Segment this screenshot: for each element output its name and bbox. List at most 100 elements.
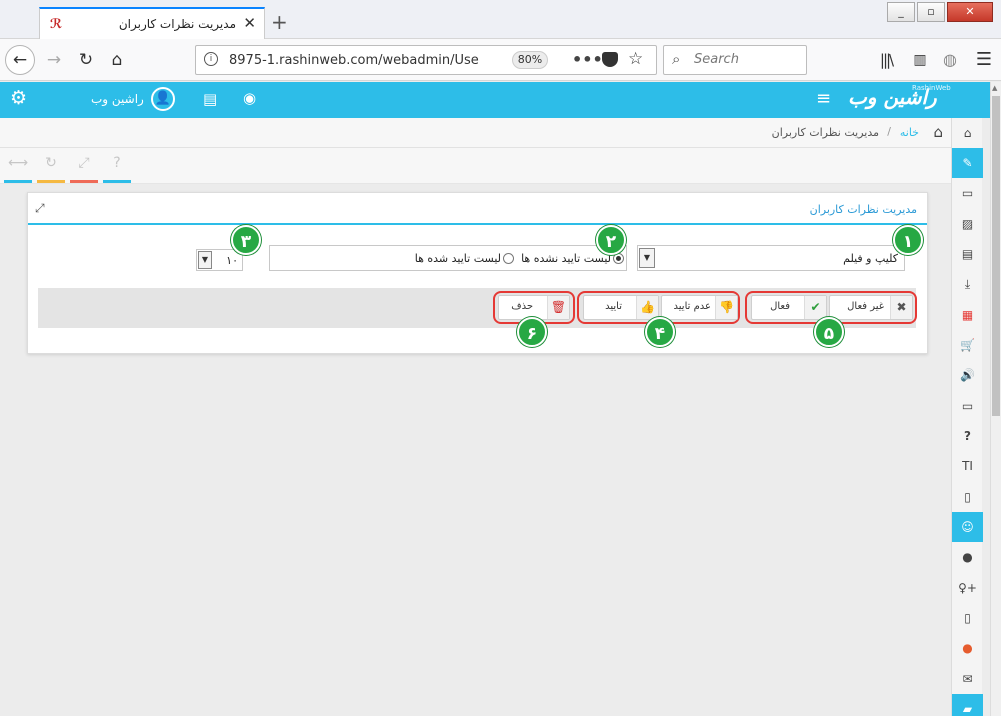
globe-site-icon[interactable]: ◉ [243,89,256,107]
category-select[interactable]: کلیپ و فیلم ▼ [637,245,905,271]
page-size-select[interactable]: ۱۰ ▼ [196,249,243,271]
tab-close-icon[interactable]: ✕ [243,14,256,32]
expand-panel-icon[interactable]: ⤢ [35,201,45,216]
sidebar-file-icon[interactable]: ▯ [952,482,983,512]
sidebar-film-icon[interactable]: ▦ [952,300,983,330]
radio-checked-icon[interactable] [613,253,624,264]
browser-titlebar: ℛ مدیریت نظرات کاربران ✕ + _ ▫ ✕ [0,0,1001,39]
window-controls: _ ▫ ✕ [885,2,993,22]
app-menu-toggle-icon[interactable]: ≡ [816,88,831,109]
breadcrumb-separator: / [887,125,891,138]
reload-icon[interactable]: ↻ [72,46,100,74]
sidebar-home-icon[interactable]: ⌂ [952,118,983,148]
approve-button[interactable]: 👍 تایید [583,295,659,320]
pocket-icon[interactable] [602,52,618,67]
sidebar-add-user-icon[interactable]: ♀+ [952,573,983,603]
comments-management-panel: مدیریت نظرات کاربران ⤢ کلیپ و فیلم ▼ لیس… [27,192,928,354]
search-icon: ⌕ [672,50,681,68]
check-icon: ✔ [804,296,826,319]
breadcrumb-home-link[interactable]: خانه [900,126,919,139]
page-size-value: ۱۰ [226,254,238,267]
site-info-icon[interactable]: i [204,52,218,66]
search-input[interactable] [694,52,800,67]
browser-tab-active[interactable]: ℛ مدیریت نظرات کاربران ✕ [39,7,265,39]
chevron-down-icon[interactable]: ▼ [198,251,212,269]
sidebar-chat-icon[interactable]: ● [952,633,983,663]
forward-arrow-icon[interactable]: → [40,46,68,74]
page-scrollbar[interactable]: ▲ [990,82,1001,716]
sidebar-envelope-icon[interactable]: ✉ [952,664,983,694]
sidebar-toggle-icon[interactable]: ▥ [906,46,934,74]
scroll-up-arrow-icon[interactable]: ▲ [992,84,997,92]
scrollbar-thumb[interactable] [992,96,1000,416]
back-arrow-icon[interactable]: ← [5,45,35,75]
thumbs-up-icon: 👍 [636,296,658,319]
sidebar-pencil-icon[interactable]: ✎ [952,148,983,178]
breadcrumb-home-icon[interactable]: ⌂ [933,123,943,141]
activate-button[interactable]: ✔ فعال [751,295,827,320]
minimize-button[interactable]: _ [887,2,915,22]
sidebar-folder-icon[interactable]: ▰ [952,694,983,716]
sidebar-monitor-icon[interactable]: ▭ [952,391,983,421]
deactivate-button[interactable]: ✖ غیر فعال [829,295,913,320]
library-icon[interactable]: |||\ [872,46,900,74]
toolbar-color-bar-yellow [37,180,65,183]
admin-icon-sidebar: ⌂ ✎ ▭ ▨ ▤ ⤓ ▦ 🛒 🔊 ▭ ? TI ▯ ☺ ● ♀+ ▯ ● ✉ … [951,118,983,716]
sidebar-comments-icon[interactable]: ☺ [952,512,983,542]
app-header: ⚙ راشین وب 👤 ▤ ◉ ≡ راشین وب RashinWeb [0,82,990,118]
sidebar-user-icon[interactable]: ● [952,542,983,572]
category-select-value: کلیپ و فیلم [843,252,898,265]
radio-approved-list[interactable]: لیست تایید شده ها [415,252,514,265]
sidebar-question-icon[interactable]: ? [952,421,983,451]
thumbs-down-icon: 👎 [715,296,737,319]
widget-toolbar: ⟷ ↻ ⤢ ? [0,148,951,184]
browser-navbar: ← → ↻ ⌂ i 8975-1.rashinweb.com/webadmin/… [0,39,1001,81]
refresh-icon[interactable]: ↻ [37,155,65,183]
sidebar-mobile-icon[interactable]: ▯ [952,603,983,633]
help-icon[interactable]: ? [103,155,131,183]
sidebar-document-icon[interactable]: ▤ [952,239,983,269]
zoom-level-badge[interactable]: 80% [512,51,548,69]
new-tab-button[interactable]: + [271,10,288,34]
sidebar-speaker-icon[interactable]: 🔊 [952,360,983,390]
badge-1: ۱ [893,225,923,255]
app-logo-subtitle: RashinWeb [912,84,951,92]
sidebar-id-card-icon[interactable]: ▭ [952,178,983,208]
sidebar-download-icon[interactable]: ⤓ [952,269,983,299]
deactivate-label: غیر فعال [847,301,884,312]
window-close-button[interactable]: ✕ [947,2,993,22]
badge-4: ۴ [645,317,675,347]
activate-label: فعال [770,301,790,312]
panel-title: مدیریت نظرات کاربران [809,203,917,216]
fullscreen-icon[interactable]: ⤢ [70,155,98,183]
hamburger-menu-icon[interactable]: ☰ [970,46,998,74]
maximize-button[interactable]: ▫ [917,2,945,22]
breadcrumb-current: مدیریت نظرات کاربران [771,126,879,139]
collapse-width-icon[interactable]: ⟷ [4,155,32,183]
radio-unchecked-icon[interactable] [503,253,514,264]
badge-5: ۵ [814,317,844,347]
address-bar[interactable]: i 8975-1.rashinweb.com/webadmin/User 80%… [195,45,657,75]
sidebar-image-icon[interactable]: ▨ [952,209,983,239]
page-actions-icon[interactable]: ••• [572,50,603,69]
browser-search-box[interactable]: ⌕ [663,45,807,75]
bookmark-star-icon[interactable]: ☆ [628,49,643,69]
radio-approved-label: لیست تایید شده ها [414,252,501,265]
settings-gear-icon[interactable]: ⚙ [10,87,27,109]
delete-label: حذف [511,301,533,312]
trash-icon: 🗑 [547,296,569,319]
username-label[interactable]: راشین وب [91,92,144,106]
browser-home-icon[interactable]: ⌂ [103,46,131,74]
reject-button[interactable]: 👎 عدم تایید [661,295,738,320]
panel-header: مدیریت نظرات کاربران ⤢ [28,193,927,225]
toolbar-color-bar-blue-2 [103,180,131,183]
radio-unapproved-label: لیست تایید نشده ها [521,252,611,265]
card-icon[interactable]: ▤ [203,90,217,108]
sidebar-cart-icon[interactable]: 🛒 [952,330,983,360]
url-text[interactable]: 8975-1.rashinweb.com/webadmin/User [229,53,479,68]
user-avatar-icon[interactable]: 👤 [151,87,175,111]
toolbar-color-bar-blue [4,180,32,183]
globe-icon[interactable]: ◍ [936,46,964,74]
sidebar-text-icon[interactable]: TI [952,451,983,481]
chevron-down-icon[interactable]: ▼ [639,248,655,268]
